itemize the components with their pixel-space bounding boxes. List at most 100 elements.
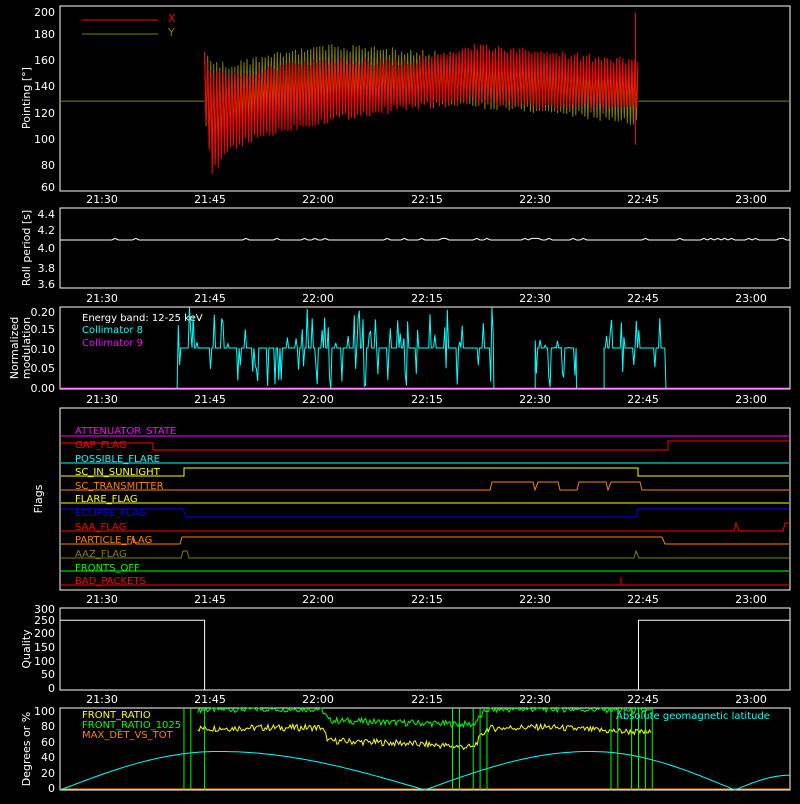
xtick-label: 23:00 <box>735 193 767 206</box>
pointing-ytick: 140 <box>34 80 55 93</box>
roll-ytick: 3.6 <box>38 278 56 291</box>
roll-ytick: 3.8 <box>38 262 56 275</box>
flag-trace-saa <box>61 521 789 532</box>
modulation-c8-segment <box>603 318 667 390</box>
ratios-geolat-line <box>59 751 791 791</box>
ratios-yticks: 0 20 40 60 80 100 <box>34 705 55 795</box>
modulation-ytick: 0.00 <box>31 382 56 395</box>
ratios-legend-geolat: Absolute geomagnetic latitude <box>616 711 770 722</box>
quality-ytick: 300 <box>34 603 55 616</box>
flag-trace-particle <box>61 535 789 545</box>
xtick-label: 22:30 <box>519 193 551 206</box>
modulation-legend-c8: Collimator 8 <box>82 325 143 336</box>
roll-ylabel: Roll period [s] <box>20 210 33 286</box>
xticks-quality: 21:30 21:45 22:00 22:15 22:30 22:45 23:0… <box>86 693 767 706</box>
roll-plot <box>60 237 790 241</box>
flag-label: FRONTS_OFF <box>75 563 140 574</box>
xticks-modulation: 21:30 21:45 22:00 22:15 22:30 22:45 23:0… <box>86 393 767 406</box>
roll-ytick: 4.2 <box>38 224 56 237</box>
xtick-label: 22:45 <box>627 193 659 206</box>
xticks-roll: 21:30 21:45 22:00 22:15 22:30 22:45 23:0… <box>86 292 767 305</box>
quality-ytick: 150 <box>34 641 55 654</box>
xtick-label: 21:45 <box>194 193 226 206</box>
roll-period-line <box>60 237 790 241</box>
modulation-legend-c9: Collimator 9 <box>82 338 143 349</box>
xtick-label: 23:00 <box>735 693 767 706</box>
xtick-label: 21:30 <box>86 193 118 206</box>
xtick-label: 21:45 <box>194 292 226 305</box>
roll-ytick: 4.0 <box>38 242 56 255</box>
quality-ytick: 50 <box>41 668 55 681</box>
xtick-label: 22:30 <box>519 393 551 406</box>
pointing-ytick: 120 <box>34 107 55 120</box>
xtick-label: 22:15 <box>411 193 443 206</box>
flags-ylabel: Flags <box>32 484 45 513</box>
xtick-label: 22:00 <box>302 693 334 706</box>
xtick-label: 22:00 <box>302 292 334 305</box>
panel-roll-frame <box>59 207 791 289</box>
xtick-label: 22:45 <box>627 693 659 706</box>
roll-yticks: 3.6 3.8 4.0 4.2 4.4 <box>38 208 56 291</box>
flag-label: ATTENUATOR_STATE <box>75 426 176 437</box>
ratios-ytick: 100 <box>34 705 55 718</box>
modulation-legend-energy: Energy band: 12-25 keV <box>82 313 203 324</box>
flag-trace-transmitter <box>61 481 789 492</box>
pointing-ytick: 200 <box>34 6 55 19</box>
legend-x-label: X <box>168 12 176 25</box>
xticks-pointing: 21:30 21:45 22:00 22:15 22:30 22:45 23:0… <box>86 193 767 206</box>
ratios-front-ratio-1025-line <box>197 706 652 729</box>
pointing-ylabel: Pointing [°] <box>20 67 33 129</box>
ratios-ytick: 60 <box>41 736 55 749</box>
xtick-label: 22:00 <box>302 593 334 606</box>
quality-ytick: 100 <box>34 655 55 668</box>
modulation-ytick: 0.15 <box>31 323 56 336</box>
ratios-ytick: 20 <box>41 767 55 780</box>
xtick-label: 22:30 <box>519 593 551 606</box>
flag-label: ECLIPSE_FLAG <box>75 508 146 519</box>
quality-line <box>60 619 790 691</box>
modulation-ytick: 0.05 <box>31 362 56 375</box>
xtick-label: 23:00 <box>735 593 767 606</box>
ratios-ytick: 80 <box>41 720 55 733</box>
flag-trace-sunlight <box>61 467 789 477</box>
xtick-label: 22:00 <box>302 193 334 206</box>
pointing-ytick: 100 <box>34 133 55 146</box>
chart-canvas: Pointing [°] Roll period [s] Normalized … <box>8 5 791 795</box>
ratios-ytick: 40 <box>41 751 55 764</box>
flag-trace-eclipse <box>61 508 789 518</box>
pointing-ytick: 80 <box>41 159 55 172</box>
modulation-ytick: 0.10 <box>31 343 56 356</box>
xtick-label: 21:30 <box>86 393 118 406</box>
quality-yticks: 0 50 100 150 200 250 300 <box>34 603 55 695</box>
pointing-ytick: 180 <box>34 28 55 41</box>
xtick-label: 23:00 <box>735 393 767 406</box>
xtick-label: 22:15 <box>411 393 443 406</box>
xtick-label: 22:45 <box>627 593 659 606</box>
ratios-ylabel: Degrees or % <box>20 712 33 786</box>
quality-ytick: 200 <box>34 627 55 640</box>
quality-plot <box>60 619 790 691</box>
flag-trace-gap <box>61 440 789 451</box>
modulation-ytick: 0.20 <box>31 306 56 319</box>
xtick-label: 21:30 <box>86 693 118 706</box>
quality-ytick: 0 <box>48 682 55 695</box>
xtick-label: 22:30 <box>519 693 551 706</box>
modulation-c8-segment <box>176 307 495 390</box>
pointing-ytick: 60 <box>41 181 55 194</box>
xtick-label: 22:45 <box>627 393 659 406</box>
xtick-label: 21:30 <box>86 593 118 606</box>
xtick-label: 23:00 <box>735 292 767 305</box>
xtick-label: 21:45 <box>194 393 226 406</box>
modulation-yticks: 0.00 0.05 0.10 0.15 0.20 <box>31 306 56 395</box>
ratios-legend-maxdet: MAX_DET_VS_TOT <box>82 730 174 741</box>
xtick-label: 22:00 <box>302 393 334 406</box>
pointing-yticks: 60 80 100 120 140 160 180 200 <box>34 6 55 194</box>
legend-y-label: Y <box>167 26 175 39</box>
xtick-label: 21:45 <box>194 593 226 606</box>
roll-ytick: 4.4 <box>38 208 56 221</box>
flag-label: GAP_FLAG <box>75 440 127 451</box>
modulation-c8-segment <box>534 339 577 390</box>
flag-traces <box>61 435 789 586</box>
chart-figure: Pointing [°] Roll period [s] Normalized … <box>0 0 800 800</box>
xtick-label: 22:15 <box>411 593 443 606</box>
